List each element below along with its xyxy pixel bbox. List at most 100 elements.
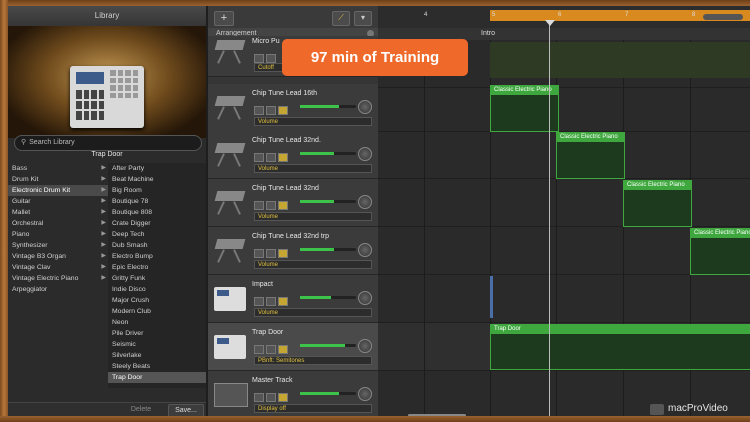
pan-knob[interactable] [358,291,372,305]
track-header[interactable]: Chip Tune Lead 32nd trp Volume [208,227,378,275]
audio-region-marker[interactable] [490,276,493,318]
mute-icon[interactable] [254,201,264,210]
mute-icon[interactable] [254,297,264,306]
patch-item[interactable]: Gritty Funk [108,273,206,284]
volume-slider[interactable] [300,344,356,347]
patch-item[interactable]: Deep Tech [108,229,206,240]
track-lock-icon[interactable] [278,201,288,210]
patch-item[interactable]: Boutique 808 [108,207,206,218]
patch-item[interactable]: Indie Disco [108,284,206,295]
headphones-icon[interactable] [266,106,276,115]
track-header[interactable]: Trap Door PBnft: Semitones [208,323,378,371]
automation-dropdown[interactable]: Volume [254,260,372,269]
track-header[interactable]: Chip Tune Lead 32nd Volume [208,179,378,227]
category-item[interactable]: Arpeggiator [8,284,108,295]
patch-item[interactable]: Seismic [108,339,206,350]
pan-knob[interactable] [358,339,372,353]
search-input[interactable]: ⚲ Search Library [14,135,202,151]
filter-icon[interactable]: ▾ [354,11,372,26]
mute-icon[interactable] [254,106,264,115]
automation-dropdown[interactable]: Volume [254,164,372,173]
mute-icon[interactable] [254,249,264,258]
patch-item[interactable]: Boutique 78 [108,196,206,207]
headphones-icon[interactable] [266,345,276,354]
pan-knob[interactable] [358,195,372,209]
delete-button[interactable]: Delete [126,404,156,416]
patch-item[interactable]: Crate Digger [108,218,206,229]
track-lane[interactable] [378,84,750,132]
category-item[interactable]: Drum Kit ▶ [8,174,108,185]
mute-icon[interactable] [254,153,264,162]
headphones-icon[interactable] [266,249,276,258]
headphones-icon[interactable] [266,153,276,162]
patch-item[interactable]: Neon [108,317,206,328]
category-item[interactable]: Piano ▶ [8,229,108,240]
automation-dropdown[interactable]: Display off [254,404,372,413]
headphones-icon[interactable] [266,54,276,63]
automation-dropdown[interactable]: Volume [254,212,372,221]
track-name[interactable]: Chip Tune Lead 32nd [252,185,319,192]
midi-region[interactable]: Classic Electric Piano [623,180,692,227]
catch-icon[interactable]: ⟋ [332,11,350,26]
category-item[interactable]: Guitar ▶ [8,196,108,207]
track-name[interactable]: Chip Tune Lead 32nd trp [252,233,329,240]
mute-icon[interactable] [254,345,264,354]
automation-dropdown[interactable]: PBnft: Semitones [254,356,372,365]
patch-item[interactable]: Epic Electro [108,262,206,273]
patch-item[interactable]: Major Crush [108,295,206,306]
category-item[interactable]: Vintage Electric Piano ▶ [8,273,108,284]
track-lane[interactable] [378,275,750,323]
midi-region[interactable]: Trap Door [490,324,750,370]
patch-item[interactable]: Big Room [108,185,206,196]
patch-item[interactable]: Pile Driver [108,328,206,339]
patch-item[interactable]: Trap Door [108,372,206,383]
patch-item[interactable]: Electro Bump [108,251,206,262]
category-item[interactable]: Vintage B3 Organ ▶ [8,251,108,262]
track-header[interactable]: Master Track Display off [208,371,378,419]
patch-item[interactable]: Steely Beats [108,361,206,372]
tracks-area[interactable]: Classic Electric Piano Classic Electric P… [378,40,750,419]
volume-slider[interactable] [300,296,356,299]
headphones-icon[interactable] [266,201,276,210]
volume-slider[interactable] [300,200,356,203]
automation-region[interactable] [490,42,750,78]
pan-knob[interactable] [358,100,372,114]
track-header[interactable]: Chip Tune Lead 16th Volume [208,84,378,132]
add-track-button[interactable]: + [214,11,234,26]
track-name[interactable]: Chip Tune Lead 16th [252,90,317,97]
category-item[interactable]: Synthesizer ▶ [8,240,108,251]
section-marker-intro[interactable]: Intro [481,28,495,40]
track-lock-icon[interactable] [278,106,288,115]
pan-knob[interactable] [358,387,372,401]
category-item[interactable]: Electronic Drum Kit ▶ [8,185,108,196]
track-name[interactable]: Micro Pu [252,38,280,45]
track-header[interactable]: Chip Tune Lead 32nd. Volume [208,131,378,179]
pan-knob[interactable] [358,243,372,257]
automation-dropdown[interactable]: Volume [254,308,372,317]
track-lock-icon[interactable] [278,153,288,162]
track-header[interactable]: Impact Volume [208,275,378,323]
track-name[interactable]: Master Track [252,377,292,384]
zoom-slider[interactable] [703,14,743,20]
pan-knob[interactable] [358,147,372,161]
volume-slider[interactable] [300,105,356,108]
track-lock-icon[interactable] [278,249,288,258]
timeline-ruler[interactable]: 4 5 6 7 8 [378,6,750,28]
patch-item[interactable]: After Party [108,163,206,174]
volume-slider[interactable] [300,248,356,251]
playhead-handle-icon[interactable] [545,20,555,26]
playhead[interactable] [549,20,550,416]
mute-icon[interactable] [254,393,264,402]
category-item[interactable]: Orchestral ▶ [8,218,108,229]
midi-region[interactable]: Classic Electric Piano [556,132,625,179]
midi-region[interactable]: Classic Electric Piano [690,228,750,275]
category-item[interactable]: Bass ▶ [8,163,108,174]
track-lock-icon[interactable] [278,297,288,306]
track-lane[interactable] [378,179,750,227]
patch-item[interactable]: Dub Smash [108,240,206,251]
track-lock-icon[interactable] [278,393,288,402]
mute-icon[interactable] [254,54,264,63]
category-item[interactable]: Mallet ▶ [8,207,108,218]
patch-item[interactable]: Beat Machine [108,174,206,185]
headphones-icon[interactable] [266,393,276,402]
